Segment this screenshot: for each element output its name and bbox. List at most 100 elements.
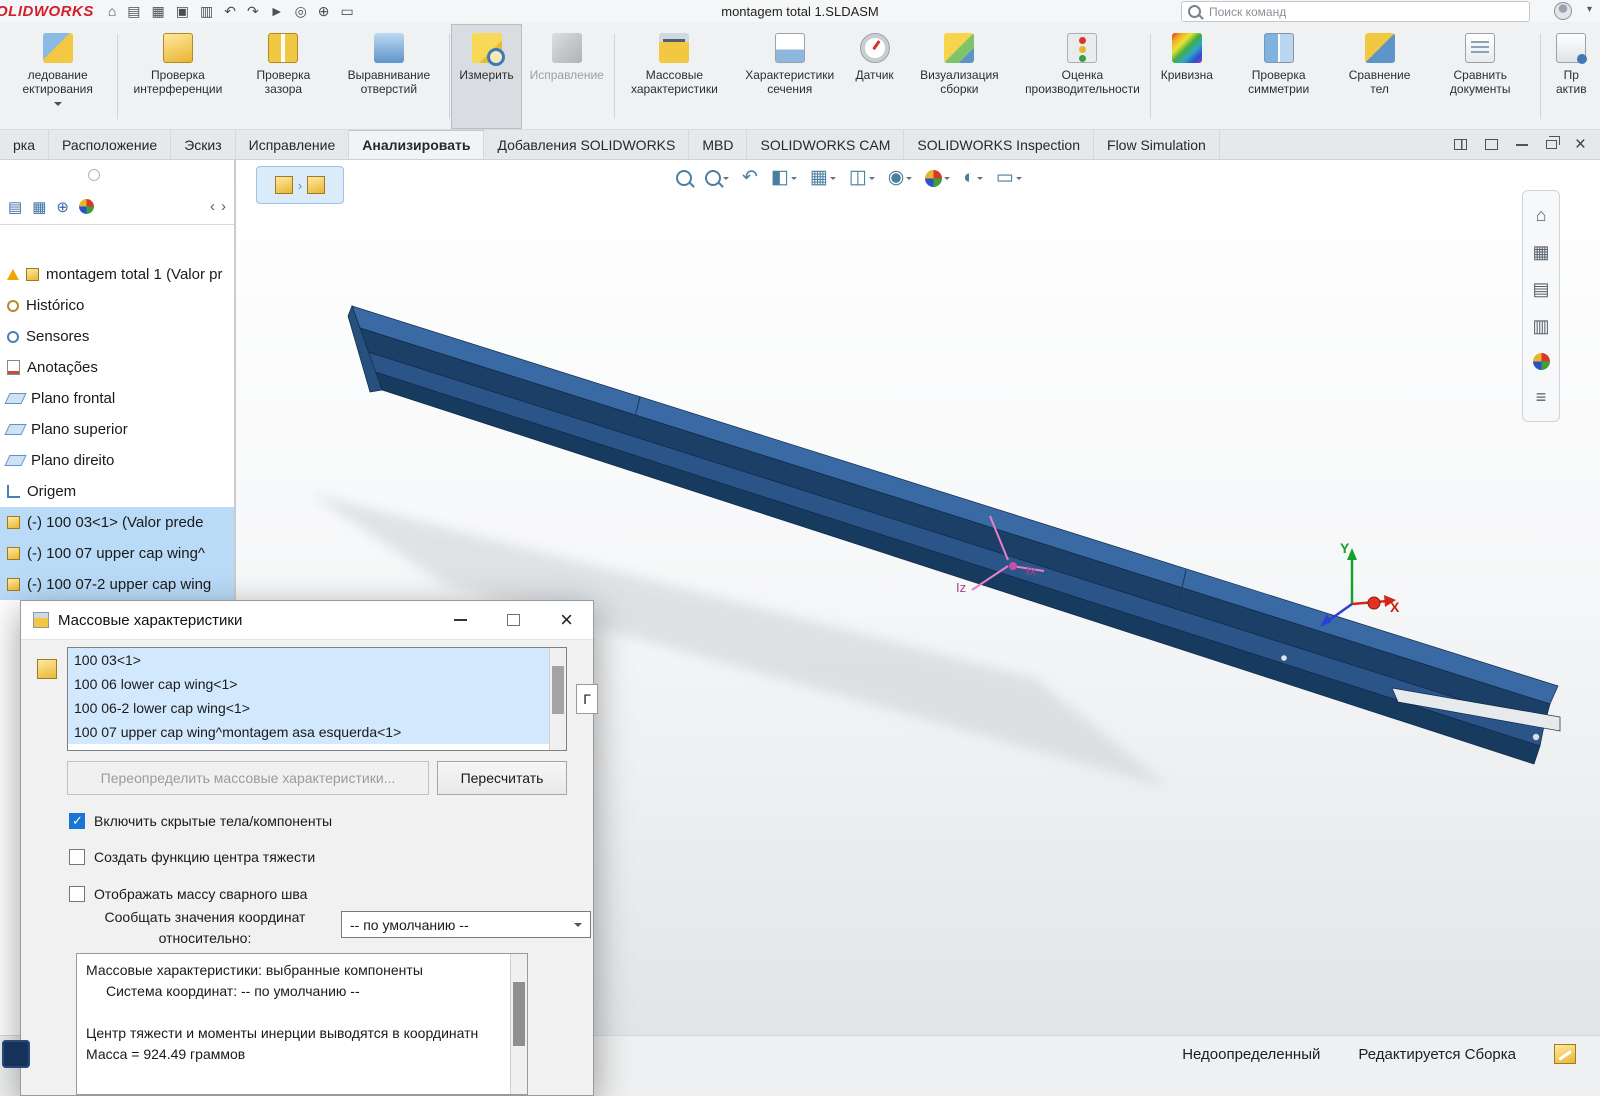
titlebar-caret-icon[interactable]: ▾ [1587, 4, 1592, 15]
configuration-tab-icon[interactable]: ⊕ [56, 198, 69, 216]
tab-ispravlenie[interactable]: Исправление [236, 130, 350, 159]
list-scrollbar[interactable] [549, 648, 566, 750]
home-icon[interactable]: ⌂ [108, 1, 116, 21]
ribbon-button-compare-bodies[interactable]: Сравнение тел [1336, 24, 1422, 129]
home-icon[interactable]: ⌂ [1536, 205, 1547, 225]
close-icon[interactable]: × [1575, 135, 1586, 154]
ribbon-button-compare-documents[interactable]: Сравнить документы [1423, 24, 1538, 129]
restore-icon[interactable] [1546, 140, 1557, 149]
display-settings-icon[interactable]: ▭ [996, 167, 1022, 189]
scrollbar-thumb[interactable] [513, 982, 525, 1046]
ribbon-button-symmetry-check[interactable]: Проверка симметрии [1221, 24, 1336, 129]
select-icon[interactable]: ► [270, 1, 284, 21]
list-item[interactable]: 100 07 upper cap wing^montagem asa esque… [68, 720, 566, 744]
tab-mbd[interactable]: MBD [689, 130, 747, 159]
view-palette-icon[interactable]: ▥ [1532, 316, 1549, 336]
appearances-icon[interactable] [1533, 353, 1550, 370]
view-scene-icon[interactable]: ◐ [963, 167, 982, 189]
recalculate-button[interactable]: Пересчитать [437, 761, 567, 795]
coordinate-system-dropdown[interactable]: -- по умолчанию -- [341, 911, 591, 938]
checkbox-row-center-of-mass[interactable]: Создать функцию центра тяжести [69, 849, 315, 865]
ribbon-button-curvature[interactable]: Кривизна [1153, 24, 1221, 129]
open-icon[interactable]: ▤ [127, 1, 140, 21]
ribbon-button-section-properties[interactable]: Характеристики сечения [732, 24, 847, 129]
tab-solidworks-inspection[interactable]: SOLIDWORKS Inspection [904, 130, 1094, 159]
list-item[interactable]: 100 06 lower cap wing<1> [68, 672, 566, 696]
selected-components-list[interactable]: 100 03<1> 100 06 lower cap wing<1> 100 0… [67, 647, 567, 751]
redo-icon[interactable]: ↷ [247, 1, 259, 21]
close-icon[interactable]: × [560, 609, 573, 631]
tree-item-sensores[interactable]: Sensores [0, 321, 234, 352]
search-input[interactable] [1207, 4, 1523, 20]
minimize-icon[interactable] [454, 619, 467, 621]
feature-tree-tab-icon[interactable]: ▤ [8, 198, 22, 216]
view-orientation-icon[interactable]: ▦ [810, 167, 836, 189]
list-item[interactable]: 100 06-2 lower cap wing<1> [68, 696, 566, 720]
ribbon-button-mass-properties[interactable]: Массовые характеристики [617, 24, 732, 129]
pane-single-icon[interactable] [1485, 139, 1498, 150]
tab-raspolozhenie[interactable]: Расположение [49, 130, 171, 159]
custom-properties-icon[interactable]: ≡ [1536, 387, 1547, 407]
tree-root-assembly[interactable]: montagem total 1 (Valor pr [0, 259, 234, 290]
zoom-fit-icon[interactable] [676, 170, 692, 186]
tab-dobavleniya-solidworks[interactable]: Добавления SOLIDWORKS [484, 130, 689, 159]
ribbon-button-hole-alignment[interactable]: Выравнивание отверстий [331, 24, 446, 129]
panel-collapse-handle[interactable] [88, 169, 100, 181]
previous-view-icon[interactable]: ↶ [742, 167, 758, 189]
tab-sborka[interactable]: рка [0, 130, 49, 159]
selection-breadcrumb[interactable]: › [256, 166, 344, 204]
checkbox-row-hidden-bodies[interactable]: Включить скрытые тела/компоненты [69, 813, 332, 829]
rebuild-icon[interactable]: ◎ [295, 1, 307, 21]
maximize-icon[interactable] [507, 614, 520, 626]
scrollbar-thumb[interactable] [552, 666, 564, 714]
zoom-area-icon[interactable] [705, 170, 729, 186]
new-document-icon[interactable]: ▦ [152, 1, 165, 21]
design-library-icon[interactable]: ▦ [1532, 242, 1549, 262]
checkbox-icon[interactable] [69, 849, 85, 865]
display-style-icon[interactable]: ◫ [849, 167, 875, 189]
ribbon-button-measure[interactable]: Измерить [451, 24, 521, 129]
checkbox-icon[interactable] [69, 886, 85, 902]
minimize-icon[interactable] [1516, 144, 1528, 146]
tree-item-100-07-2[interactable]: (-) 100 07-2 upper cap wing [0, 569, 234, 600]
hide-show-items-icon[interactable]: ◉ [888, 167, 913, 189]
edit-appearance-icon[interactable] [925, 170, 950, 187]
properties-icon[interactable]: ▭ [341, 1, 354, 21]
tab-solidworks-cam[interactable]: SOLIDWORKS CAM [747, 130, 904, 159]
tree-item-anotacoes[interactable]: Anotações [0, 352, 234, 383]
checkbox-row-weld-mass[interactable]: Отображать массу сварного шва [69, 886, 307, 902]
taskbar-icon[interactable] [2, 1040, 30, 1068]
ribbon-button-assembly-visualization[interactable]: Визуализация сборки [902, 24, 1017, 129]
ribbon-button-check-active[interactable]: Пр актив [1543, 24, 1600, 129]
section-view-icon[interactable]: ◧ [771, 167, 797, 189]
list-item[interactable]: 100 03<1> [68, 648, 566, 672]
command-search[interactable] [1181, 1, 1530, 22]
ribbon-button-performance-evaluation[interactable]: Оценка производительности [1017, 24, 1148, 129]
display-manager-tab-icon[interactable] [79, 199, 94, 214]
tab-analizirovat[interactable]: Анализировать [349, 130, 484, 159]
tree-item-origem[interactable]: Origem [0, 476, 234, 507]
pane-layout-icon[interactable] [1454, 139, 1467, 150]
tab-scroll-arrows[interactable]: ‹› [210, 198, 226, 215]
checkbox-checked-icon[interactable] [69, 813, 85, 829]
tree-item-100-03[interactable]: (-) 100 03<1> (Valor prede [0, 507, 234, 538]
tab-eskiz[interactable]: Эскиз [171, 130, 235, 159]
ribbon-button-clearance-check[interactable]: Проверка зазора [236, 24, 332, 129]
tree-item-plano-superior[interactable]: Plano superior [0, 414, 234, 445]
tree-item-plano-frontal[interactable]: Plano frontal [0, 383, 234, 414]
user-avatar-icon[interactable] [1554, 2, 1572, 20]
tab-flow-simulation[interactable]: Flow Simulation [1094, 130, 1220, 159]
ribbon-button-interference-check[interactable]: Проверка интерференции [120, 24, 235, 129]
print-icon[interactable]: ▥ [200, 1, 213, 21]
save-icon[interactable]: ▣ [176, 1, 189, 21]
tree-item-historico[interactable]: Histórico [0, 290, 234, 321]
dialog-titlebar[interactable]: Массовые характеристики × [21, 601, 593, 640]
ribbon-button-design-study[interactable]: ледование ектирования [0, 24, 115, 129]
edit-assembly-icon[interactable] [1554, 1044, 1576, 1064]
tree-item-plano-direito[interactable]: Plano direito [0, 445, 234, 476]
file-explorer-icon[interactable]: ▤ [1532, 279, 1549, 299]
options-gear-icon[interactable]: ⊕ [318, 1, 330, 21]
results-textbox[interactable]: Массовые характеристики: выбранные компо… [76, 953, 528, 1095]
property-manager-tab-icon[interactable]: ▦ [32, 198, 46, 216]
ribbon-button-sensor[interactable]: Датчик [847, 24, 901, 129]
